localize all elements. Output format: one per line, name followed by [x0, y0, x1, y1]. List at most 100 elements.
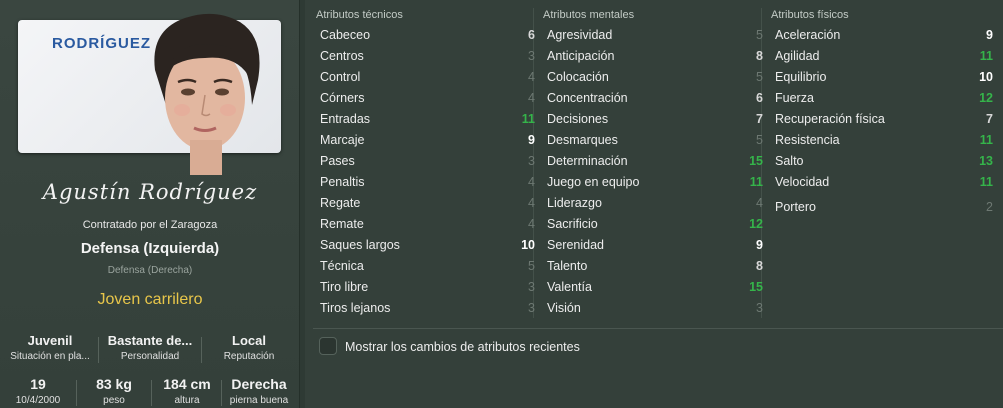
attribute-row[interactable]: Valentía 15 — [547, 277, 763, 298]
attribute-name: Remate — [320, 217, 364, 231]
attribute-value: 11 — [979, 133, 993, 147]
info-personality[interactable]: Bastante de... Personalidad — [102, 333, 198, 362]
primary-position: Defensa (Izquierda) — [80, 240, 220, 257]
physical-attributes-header: Atributos físicos — [771, 9, 849, 21]
attribute-value: 11 — [521, 112, 535, 126]
section-divider — [313, 328, 1003, 329]
attribute-name: Desmarques — [547, 133, 618, 147]
attribute-name: Decisiones — [547, 112, 609, 126]
attribute-row[interactable]: Decisiones 7 — [547, 109, 763, 130]
attribute-row[interactable]: Agilidad 11 — [775, 46, 993, 67]
card-surname: RODRÍGUEZ — [52, 35, 151, 52]
attribute-value: 11 — [979, 49, 993, 63]
attribute-row[interactable]: Resistencia 11 — [775, 130, 993, 151]
attribute-row[interactable]: Equilibrio 10 — [775, 67, 993, 88]
attribute-value: 5 — [528, 259, 535, 273]
attribute-value: 2 — [986, 200, 993, 214]
attribute-name: Resistencia — [775, 133, 840, 147]
attribute-name: Valentía — [547, 280, 592, 294]
attributes-panel: Atributos técnicos Atributos mentales At… — [305, 0, 1003, 408]
info-weight: 83 kg peso — [96, 376, 132, 406]
attribute-row-goalkeeper[interactable]: Portero 2 — [775, 197, 993, 218]
attribute-row[interactable]: Agresividad 5 — [547, 25, 763, 46]
attribute-row[interactable]: Marcaje 9 — [320, 130, 535, 151]
attribute-row[interactable]: Juego en equipo 11 — [547, 172, 763, 193]
attribute-name: Aceleración — [775, 28, 841, 42]
attribute-row[interactable]: Colocación 5 — [547, 67, 763, 88]
attribute-value: 4 — [528, 70, 535, 84]
attribute-value: 9 — [756, 238, 763, 252]
attribute-value: 15 — [749, 280, 763, 294]
attribute-row[interactable]: Córners 4 — [320, 88, 535, 109]
attribute-row[interactable]: Serenidad 9 — [547, 235, 763, 256]
attribute-value: 12 — [749, 217, 763, 231]
attribute-row[interactable]: Pases 3 — [320, 151, 535, 172]
attribute-row[interactable]: Penaltis 4 — [320, 172, 535, 193]
attribute-value: 3 — [528, 154, 535, 168]
attribute-name: Determinación — [547, 154, 628, 168]
attribute-name: Talento — [547, 259, 588, 273]
attribute-value: 4 — [756, 196, 763, 210]
attribute-row[interactable]: Entradas 11 — [320, 109, 535, 130]
attribute-name: Regate — [320, 196, 361, 210]
attribute-value: 7 — [986, 112, 993, 126]
attribute-row[interactable]: Aceleración 9 — [775, 25, 993, 46]
attribute-row[interactable]: Cabeceo 6 — [320, 25, 535, 46]
attribute-value: 5 — [756, 28, 763, 42]
attribute-name: Agilidad — [775, 49, 820, 63]
attribute-row[interactable]: Saques largos 10 — [320, 235, 535, 256]
player-signature: Agustín Rodríguez — [42, 180, 258, 204]
attribute-name: Anticipación — [547, 49, 615, 63]
attribute-value: 5 — [756, 133, 763, 147]
attribute-name: Fuerza — [775, 91, 814, 105]
attribute-name: Recuperación física — [775, 112, 885, 126]
attribute-row[interactable]: Técnica 5 — [320, 256, 535, 277]
attribute-row[interactable]: Velocidad 11 — [775, 172, 993, 193]
attribute-name: Portero — [775, 200, 816, 214]
attribute-row[interactable]: Desmarques 5 — [547, 130, 763, 151]
show-recent-changes-checkbox[interactable] — [319, 337, 337, 355]
attribute-name: Control — [320, 70, 361, 84]
attribute-row[interactable]: Talento 8 — [547, 256, 763, 277]
mental-attributes-header: Atributos mentales — [543, 9, 635, 21]
attribute-row[interactable]: Visión 3 — [547, 298, 763, 319]
attribute-value: 9 — [528, 133, 535, 147]
player-face-image — [154, 13, 260, 175]
attribute-row[interactable]: Tiros lejanos 3 — [320, 298, 535, 319]
secondary-position: Defensa (Derecha) — [107, 265, 193, 276]
attribute-row[interactable]: Salto 13 — [775, 151, 993, 172]
attribute-name: Agresividad — [547, 28, 613, 42]
player-role[interactable]: Joven carrilero — [0, 291, 300, 309]
attribute-name: Liderazgo — [547, 196, 602, 210]
attribute-value: 3 — [528, 301, 535, 315]
show-recent-changes-label[interactable]: Mostrar los cambios de atributos recient… — [345, 340, 580, 354]
attribute-value: 4 — [528, 175, 535, 189]
attribute-row[interactable]: Sacrificio 12 — [547, 214, 763, 235]
info-preferred-foot: Derecha pierna buena — [229, 376, 289, 406]
attribute-value: 4 — [528, 217, 535, 231]
attribute-name: Sacrificio — [547, 217, 598, 231]
attribute-row[interactable]: Fuerza 12 — [775, 88, 993, 109]
attribute-row[interactable]: Tiro libre 3 — [320, 277, 535, 298]
info-reputation[interactable]: Local Reputación — [205, 333, 293, 362]
attribute-value: 6 — [528, 28, 535, 42]
attribute-row[interactable]: Regate 4 — [320, 193, 535, 214]
attribute-row[interactable]: Control 4 — [320, 67, 535, 88]
attribute-row[interactable]: Centros 3 — [320, 46, 535, 67]
divider — [98, 337, 99, 363]
player-profile-panel: RODRÍGUEZ Agustín Rodríguez Contratado p… — [0, 0, 300, 408]
divider — [221, 380, 222, 406]
attribute-value: 10 — [521, 238, 535, 252]
attribute-value: 11 — [749, 175, 763, 189]
attribute-value: 13 — [979, 154, 993, 168]
attribute-row[interactable]: Determinación 15 — [547, 151, 763, 172]
info-squad-status[interactable]: Juvenil Situación en pla... — [6, 333, 94, 362]
attribute-name: Salto — [775, 154, 804, 168]
attribute-row[interactable]: Concentración 6 — [547, 88, 763, 109]
attribute-row[interactable]: Liderazgo 4 — [547, 193, 763, 214]
attribute-row[interactable]: Anticipación 8 — [547, 46, 763, 67]
attribute-row[interactable]: Recuperación física 7 — [775, 109, 993, 130]
attribute-name: Cabeceo — [320, 28, 371, 42]
divider — [151, 380, 152, 406]
attribute-row[interactable]: Remate 4 — [320, 214, 535, 235]
